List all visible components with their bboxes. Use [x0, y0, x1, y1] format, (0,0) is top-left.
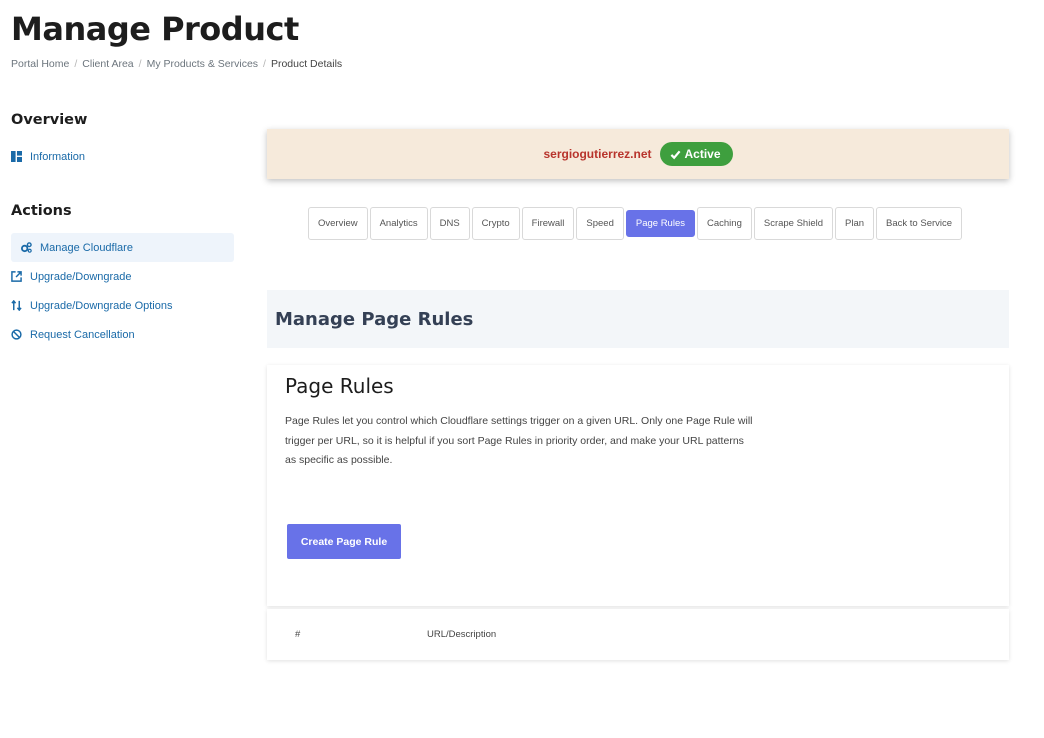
tab-back-to-service[interactable]: Back to Service	[876, 207, 963, 240]
sidebar-item-information[interactable]: Information	[11, 142, 234, 171]
sidebar-item-label: Upgrade/Downgrade Options	[30, 299, 173, 312]
dashboard-icon	[11, 151, 22, 162]
external-link-icon	[11, 271, 22, 282]
sidebar-item-label: Upgrade/Downgrade	[30, 270, 132, 283]
domain-name: sergiogutierrez.net	[543, 147, 652, 161]
sidebar: Overview Information Actions Manage Clou…	[11, 112, 234, 349]
status-badge-label: Active	[684, 147, 721, 161]
tab-caching[interactable]: Caching	[697, 207, 752, 240]
tab-plan[interactable]: Plan	[835, 207, 875, 240]
tab-crypto[interactable]: Crypto	[471, 207, 520, 240]
card-description: Page Rules let you control which Cloudfl…	[285, 415, 753, 466]
status-banner: sergiogutierrez.net Active	[267, 129, 1009, 179]
page-rules-card: Page Rules Page Rules let you control wh…	[267, 365, 1009, 606]
card-title: Page Rules	[285, 374, 394, 398]
breadcrumb-product-details: Product Details	[270, 58, 343, 70]
sort-arrows-icon	[11, 300, 22, 311]
breadcrumb-separator: /	[263, 58, 266, 70]
section-header: Manage Page Rules	[267, 290, 1009, 348]
breadcrumb-portal-home[interactable]: Portal Home	[11, 58, 69, 70]
table-header-number: #	[295, 629, 301, 640]
tab-overview[interactable]: Overview	[308, 207, 368, 240]
sidebar-heading-actions: Actions	[11, 203, 72, 219]
tab-dns[interactable]: DNS	[429, 207, 470, 240]
sidebar-item-manage-cloudflare[interactable]: Manage Cloudflare	[11, 233, 234, 262]
breadcrumb-separator: /	[138, 58, 142, 70]
page-rules-table: # URL/Description	[267, 609, 1009, 660]
tab-page-rules[interactable]: Page Rules	[625, 210, 695, 237]
tab-speed[interactable]: Speed	[576, 207, 624, 240]
sidebar-item-request-cancellation[interactable]: Request Cancellation	[11, 320, 234, 349]
cogs-icon	[21, 242, 32, 253]
breadcrumb-my-products[interactable]: My Products & Services	[147, 58, 258, 70]
tab-firewall[interactable]: Firewall	[521, 207, 575, 240]
breadcrumb-client-area[interactable]: Client Area	[82, 58, 133, 70]
create-page-rule-button[interactable]: Create Page Rule	[287, 524, 401, 559]
ban-icon	[11, 329, 22, 340]
sidebar-item-upgrade-downgrade-options[interactable]: Upgrade/Downgrade Options	[11, 291, 234, 320]
breadcrumb-separator: /	[74, 58, 78, 70]
cloudflare-tabs: Overview Analytics DNS Crypto Firewall S…	[308, 207, 964, 240]
sidebar-heading-overview: Overview	[11, 112, 88, 128]
tab-analytics[interactable]: Analytics	[369, 207, 428, 240]
tab-scrape-shield[interactable]: Scrape Shield	[753, 207, 834, 240]
table-header-url: URL/Description	[427, 629, 497, 640]
sidebar-item-label: Manage Cloudflare	[40, 241, 133, 254]
page-title: Manage Product	[11, 10, 299, 48]
status-badge: Active	[659, 142, 733, 166]
sidebar-item-label: Information	[30, 150, 86, 163]
breadcrumb: Portal Home / Client Area / My Products …	[11, 58, 342, 70]
sidebar-item-upgrade-downgrade[interactable]: Upgrade/Downgrade	[11, 262, 234, 291]
section-title: Manage Page Rules	[275, 308, 474, 330]
check-icon	[670, 150, 680, 159]
sidebar-item-label: Request Cancellation	[30, 328, 135, 341]
